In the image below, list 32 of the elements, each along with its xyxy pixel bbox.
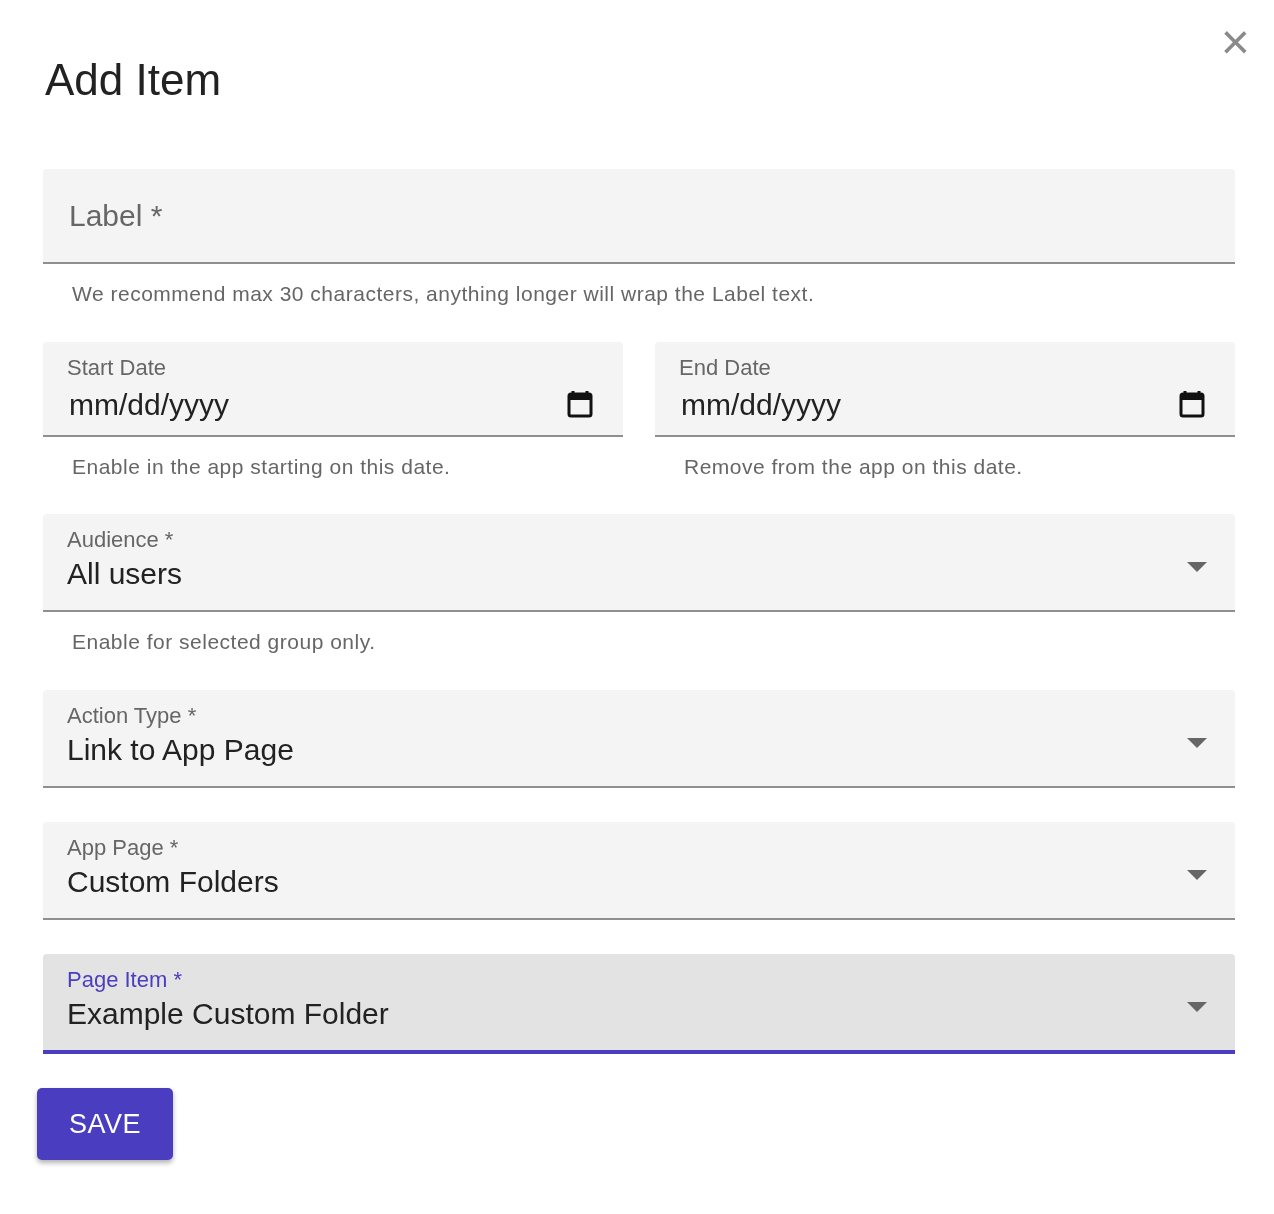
date-field[interactable]: End Date mm/dd/yyyy — [655, 341, 1235, 437]
helper-text: Enable in the app starting on this date. — [71, 453, 451, 480]
field-value: Custom Folders — [67, 863, 279, 900]
date-input[interactable]: mm/dd/yyyy — [67, 381, 520, 427]
field-label: Page Item * — [67, 965, 182, 994]
dropdown-field[interactable]: Action Type * Link to App Page — [43, 689, 1235, 788]
field-value: All users — [67, 556, 183, 592]
text-input[interactable]: Label * — [67, 192, 1211, 239]
field-label: End Date — [679, 353, 771, 382]
field-label: App Page * — [67, 833, 179, 862]
dialog-title: Add Item — [45, 54, 223, 106]
text-field[interactable]: Label * — [43, 169, 1235, 264]
date-field[interactable]: Start Date mm/dd/yyyy — [43, 341, 623, 437]
save-button[interactable]: SAVE — [37, 1087, 174, 1160]
dropdown-field[interactable]: App Page * Custom Folders — [43, 821, 1235, 920]
caret-icon — [1187, 869, 1207, 880]
calendar-icon[interactable] — [567, 389, 593, 418]
dropdown-field[interactable]: Audience * All users — [43, 514, 1235, 612]
calendar-icon[interactable] — [1179, 389, 1205, 418]
field-label: Start Date — [67, 353, 167, 382]
helper-text: Enable for selected group only. — [71, 629, 376, 655]
caret-icon — [1187, 1001, 1207, 1012]
field-value: Link to App Page — [67, 731, 294, 768]
helper-text: Remove from the app on this date. — [683, 453, 1023, 480]
dropdown-field[interactable]: Page Item * Example Custom Folder — [43, 953, 1235, 1054]
field-label: Audience * — [67, 526, 174, 554]
field-value: Example Custom Folder — [67, 995, 389, 1032]
caret-icon — [1187, 737, 1207, 748]
date-input[interactable]: mm/dd/yyyy — [679, 381, 1132, 427]
helper-text: We recommend max 30 characters, anything longer will wrap the Label text. — [71, 281, 815, 307]
field-label: Action Type * — [67, 701, 197, 730]
caret-icon — [1187, 562, 1207, 572]
